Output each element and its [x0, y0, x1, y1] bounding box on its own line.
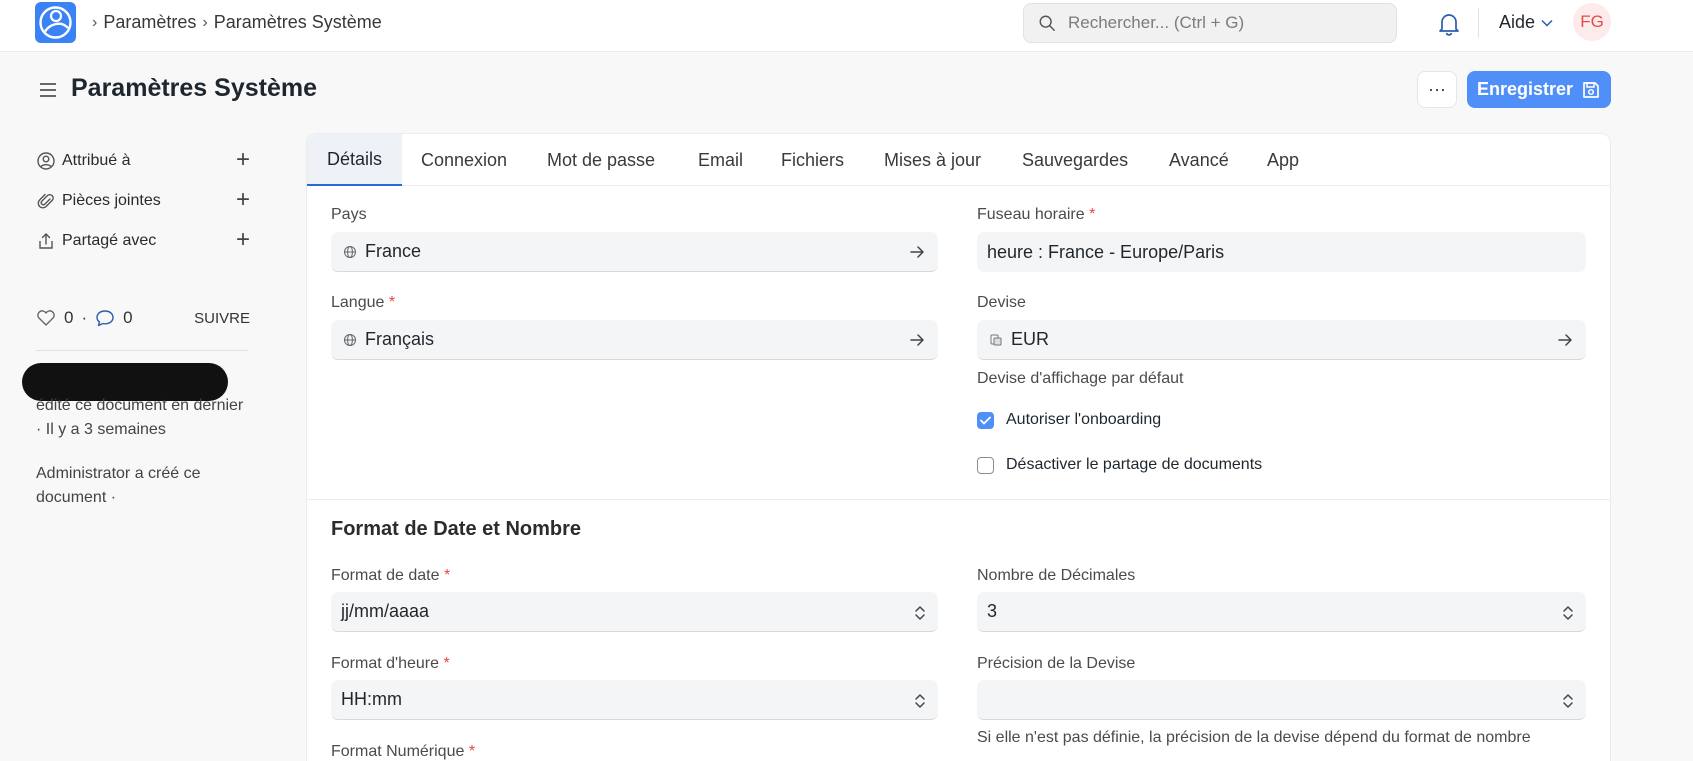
- search-input[interactable]: [1068, 13, 1388, 33]
- globe-icon: [344, 333, 356, 346]
- sidebar-item-label: Partagé avec: [62, 232, 157, 249]
- tab-advanced[interactable]: Avancé: [1169, 134, 1229, 186]
- checkbox-unchecked-icon[interactable]: [977, 456, 994, 474]
- globe-icon: [344, 245, 356, 258]
- sidebar-item-shared-with[interactable]: Partagé avec +: [36, 228, 250, 254]
- disable-sharing-label: Désactiver le partage de documents: [1006, 456, 1263, 473]
- select-updown-icon: [915, 694, 925, 708]
- currency-field[interactable]: EUR: [977, 320, 1586, 360]
- activity-edited: édité ce document en dernier · Il y a 3 …: [36, 397, 244, 438]
- tab-email[interactable]: Email: [698, 134, 743, 186]
- number-format-label: Format Numérique *: [331, 743, 476, 760]
- chevron-right-icon: ›: [92, 13, 98, 31]
- country-field[interactable]: France: [331, 232, 938, 272]
- paperclip-icon: [37, 193, 54, 209]
- time-format-select[interactable]: HH:mm: [331, 680, 938, 720]
- tab-updates[interactable]: Mises à jour: [884, 134, 981, 186]
- navbar-divider: [1478, 8, 1479, 38]
- breadcrumb-settings[interactable]: Paramètres: [103, 12, 196, 33]
- likes-comments-row: 0 · 0 SUIVRE: [36, 308, 250, 328]
- currency-precision-select[interactable]: [977, 680, 1586, 720]
- timezone-field[interactable]: heure : France - Europe/Paris: [977, 232, 1586, 272]
- arrow-right-icon[interactable]: [1556, 331, 1574, 349]
- currency-precision-label: Précision de la Devise: [977, 655, 1136, 672]
- country-label: Pays: [331, 206, 367, 223]
- select-updown-icon: [1563, 606, 1573, 620]
- notification-bell-icon[interactable]: [1438, 12, 1460, 36]
- language-field[interactable]: Français: [331, 320, 938, 360]
- add-attachment-icon[interactable]: +: [236, 188, 250, 212]
- language-label: Langue *: [331, 294, 396, 311]
- date-format-value: jj/mm/aaaa: [341, 601, 430, 621]
- time-format-value: HH:mm: [341, 689, 402, 709]
- coins-icon: [990, 334, 1002, 345]
- navbar: › Paramètres › Paramètres Système Aide F…: [0, 0, 1693, 52]
- tab-backups[interactable]: Sauvegardes: [1022, 134, 1128, 186]
- disable-sharing-checkbox[interactable]: Désactiver le partage de documents: [977, 456, 1262, 474]
- share-icon: [39, 233, 53, 249]
- chevron-right-icon: ›: [202, 13, 208, 31]
- currency-label: Devise: [977, 294, 1026, 311]
- save-button-label: Enregistrer: [1476, 79, 1574, 99]
- checkbox-checked-icon[interactable]: [977, 411, 994, 429]
- float-precision-label: Nombre de Décimales: [977, 567, 1136, 584]
- sidebar-item-label: Attribué à: [62, 152, 131, 169]
- add-assignee-icon[interactable]: +: [236, 148, 250, 172]
- tab-files[interactable]: Fichiers: [781, 134, 844, 186]
- tab-login[interactable]: Connexion: [421, 134, 507, 186]
- form-card: Détails Connexion Mot de passe Email Fic…: [306, 133, 1611, 761]
- avatar[interactable]: FG: [1573, 3, 1611, 41]
- section-divider: [307, 499, 1610, 500]
- sidebar-divider: [36, 350, 248, 351]
- currency-precision-help: Si elle n'est pas définie, la précision …: [977, 729, 1531, 746]
- save-button[interactable]: Enregistrer: [1467, 71, 1611, 108]
- float-precision-value: 3: [987, 601, 998, 621]
- comments-count: 0: [123, 308, 133, 327]
- likes-count: 0: [64, 308, 74, 327]
- page-title: Paramètres Système: [71, 74, 317, 102]
- language-value: Français: [365, 329, 435, 349]
- tab-app[interactable]: App: [1267, 134, 1299, 186]
- heart-icon[interactable]: [36, 309, 56, 327]
- sidebar-item-attachments[interactable]: Pièces jointes +: [36, 188, 250, 214]
- select-updown-icon: [1563, 694, 1573, 708]
- date-format-label: Format de date *: [331, 567, 451, 584]
- tab-bar: Détails Connexion Mot de passe Email Fic…: [307, 134, 1610, 186]
- add-share-icon[interactable]: +: [236, 228, 250, 252]
- tab-password[interactable]: Mot de passe: [547, 134, 655, 186]
- sidebar-item-assigned-to[interactable]: Attribué à +: [36, 148, 250, 174]
- chevron-down-icon: [1541, 19, 1553, 27]
- currency-help: Devise d'affichage par défaut: [977, 370, 1184, 387]
- user-assign-icon: [37, 152, 55, 170]
- country-value: France: [365, 241, 422, 261]
- float-precision-select[interactable]: 3: [977, 592, 1586, 632]
- select-updown-icon: [915, 606, 925, 620]
- more-actions-button[interactable]: ···: [1417, 71, 1457, 108]
- currency-value: EUR: [1011, 329, 1050, 349]
- hamburger-menu-icon[interactable]: [38, 80, 58, 100]
- search-bar[interactable]: [1023, 3, 1397, 43]
- section-title: Format de Date et Nombre: [331, 518, 582, 540]
- enable-onboarding-label: Autoriser l'onboarding: [1006, 411, 1162, 428]
- help-label: Aide: [1499, 12, 1536, 32]
- arrow-right-icon[interactable]: [908, 243, 926, 261]
- separator-dot: ·: [81, 308, 88, 327]
- timezone-value: heure : France - Europe/Paris: [987, 241, 1225, 262]
- follow-button[interactable]: SUIVRE: [194, 310, 250, 327]
- sidebar-item-label: Pièces jointes: [62, 192, 161, 209]
- time-format-label: Format d'heure *: [331, 655, 450, 672]
- help-dropdown[interactable]: Aide: [1499, 12, 1553, 33]
- app-logo-icon[interactable]: [35, 2, 76, 43]
- date-format-select[interactable]: jj/mm/aaaa: [331, 592, 938, 632]
- breadcrumb: › Paramètres › Paramètres Système: [92, 12, 382, 33]
- breadcrumb-system-settings[interactable]: Paramètres Système: [214, 12, 382, 33]
- tab-details[interactable]: Détails: [307, 134, 402, 186]
- floppy-disk-icon: [1583, 81, 1599, 98]
- enable-onboarding-checkbox[interactable]: Autoriser l'onboarding: [977, 411, 1161, 429]
- comment-icon[interactable]: [95, 309, 115, 327]
- search-icon: [1039, 15, 1055, 31]
- timezone-label: Fuseau horaire *: [977, 206, 1096, 223]
- arrow-right-icon[interactable]: [908, 331, 926, 349]
- activity-created: Administrator a créé ce document ·: [36, 465, 201, 506]
